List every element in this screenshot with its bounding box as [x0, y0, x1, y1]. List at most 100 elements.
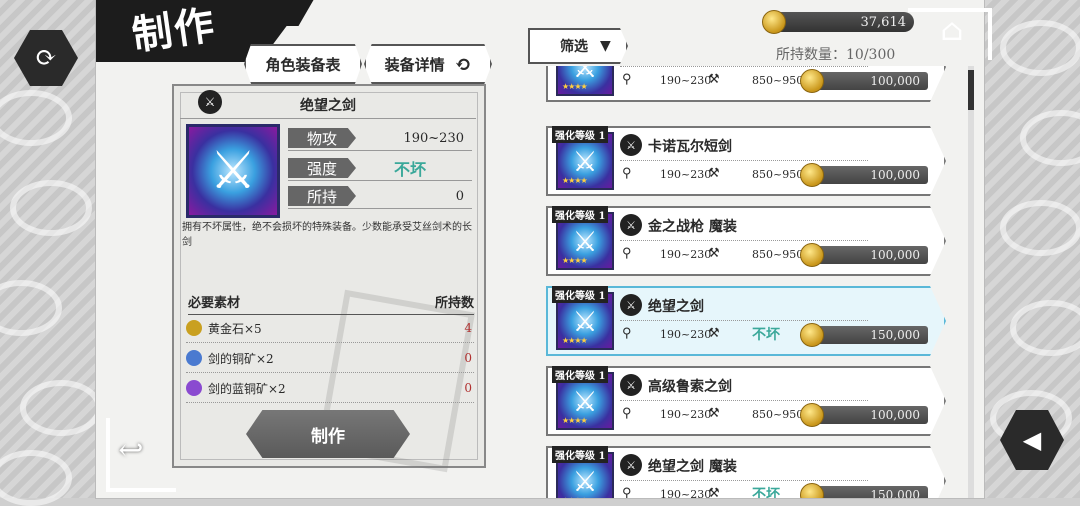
stat-owned: 所持 0 [288, 184, 472, 209]
attack-icon: ⚲ [622, 246, 632, 261]
rank-badge: 强化等级 1 [552, 206, 609, 223]
bg-pattern [1000, 20, 1080, 76]
list-item[interactable]: ⚔ 强化等级 1 ★★★★ ⚔ 金之战枪 魔装 ⚲ 190~230 ⚒ 850~… [546, 206, 946, 276]
tab-label: 装备详情 [384, 55, 445, 74]
item-thumbnail: ⚔ [556, 66, 614, 96]
attack-icon: ⚲ [622, 166, 632, 181]
attack-value: 190~230 [660, 488, 712, 498]
stat-value: 0 [455, 188, 464, 204]
attack-value: 190~230 [660, 408, 712, 421]
attack-value: 190~230 [660, 168, 712, 181]
stat-label: 强度 [288, 158, 356, 178]
copper-ore-icon [186, 350, 202, 366]
bg-pattern [20, 380, 102, 436]
item-image: ⚔ [186, 124, 280, 218]
gold-display: 37,614 [764, 12, 914, 32]
item-name: 绝望之剑 [180, 92, 476, 119]
durability-value: 850~950 [752, 248, 804, 261]
coin-icon [800, 69, 824, 93]
sword-icon: ⚔ [620, 134, 642, 156]
material-count: 0 [464, 381, 472, 395]
stat-label: 物攻 [288, 128, 356, 148]
rarity-stars: ★★★★ [562, 416, 588, 425]
list-item-selected[interactable]: ⚔ 强化等级 1 ★★★★ ⚔ 绝望之剑 ⚲ 190~230 ⚒ 不坏 150,… [546, 286, 946, 356]
rarity-stars: ★★★★ [562, 82, 588, 91]
sword-icon: ⚔ [620, 454, 642, 476]
divider [620, 480, 868, 481]
attack-value: 190~230 [660, 74, 712, 87]
stat-value: 不坏 [393, 160, 426, 179]
item-name: 金之战枪 魔装 [648, 219, 737, 235]
item-name: 绝望之剑 [648, 299, 704, 315]
chevron-down-icon: ▼ [600, 38, 611, 54]
anvil-icon: ⚒ [708, 72, 720, 87]
attack-icon: ⚲ [622, 326, 632, 341]
home-button[interactable]: ⌂ [930, 10, 974, 50]
scrollbar-thumb[interactable] [968, 70, 974, 110]
materials-header-name: 必要素材 [188, 296, 241, 311]
rarity-stars: ★★★★ [562, 256, 588, 265]
home-icon: ⌂ [940, 12, 964, 48]
attack-value: 190~230 [660, 328, 712, 341]
item-name: 高级鲁索之剑 [648, 379, 732, 395]
stat-value: 190~230 [403, 130, 464, 146]
durability-value: 不坏 [752, 487, 780, 498]
back-icon: ↩ [118, 432, 144, 468]
tab-role-equipment[interactable]: 角色装备表 [244, 44, 362, 84]
anvil-icon: ⚒ [708, 326, 720, 341]
list-item[interactable]: ⚔ ★★★★ ⚲ 190~230 ⚒ 850~950 100,000 [546, 66, 946, 102]
attack-icon: ⚲ [622, 72, 632, 87]
coin-icon [800, 323, 824, 347]
coin-icon [800, 163, 824, 187]
divider [620, 320, 868, 321]
divider [620, 240, 868, 241]
anvil-icon: ⚒ [708, 166, 720, 181]
attack-icon: ⚲ [622, 406, 632, 421]
azurite-ore-icon [186, 380, 202, 396]
stat-attack: 物攻 190~230 [288, 126, 472, 151]
rarity-stars: ★★★★ [562, 336, 588, 345]
materials-header: 必要素材 所持数 [188, 292, 474, 315]
speaker-icon: ◀ [1022, 426, 1042, 454]
attack-value: 190~230 [660, 248, 712, 261]
material-name: 剑的蓝铜矿×2 [208, 381, 286, 396]
material-row: 剑的蓝铜矿×2 0 [186, 374, 474, 403]
stat-label: 所持 [288, 186, 356, 206]
scrollbar-track[interactable] [968, 66, 974, 498]
durability-value: 不坏 [752, 327, 780, 343]
attack-icon: ⚲ [622, 486, 632, 498]
sword-icon: ⚔ [620, 294, 642, 316]
rank-badge: 强化等级 1 [552, 366, 609, 383]
swap-icon: ⟲ [454, 52, 472, 76]
equipment-list[interactable]: ⚔ ★★★★ ⚲ 190~230 ⚒ 850~950 100,000 ⚔ 强化等… [538, 66, 976, 498]
material-count: 0 [464, 351, 472, 365]
tab-label: 角色装备表 [265, 55, 341, 74]
list-item[interactable]: ⚔ 强化等级 1 ★★★★ ⚔ 高级鲁索之剑 ⚲ 190~230 ⚒ 850~9… [546, 366, 946, 436]
hold-count: 所持数量：10/300 [776, 47, 896, 63]
sword-icon: ⚔ [620, 374, 642, 396]
material-count: 4 [464, 321, 472, 335]
gold-ore-icon [186, 320, 202, 336]
refresh-icon: ⟳ [35, 43, 57, 73]
durability-value: 850~950 [752, 408, 804, 421]
coin-icon [762, 10, 786, 34]
list-item[interactable]: ⚔ 强化等级 1 ★★★★ ⚔ 卡诺瓦尔短剑 ⚲ 190~230 ⚒ 850~9… [546, 126, 946, 196]
make-button[interactable]: 制作 [246, 410, 410, 458]
material-row: 剑的铜矿×2 0 [186, 344, 474, 373]
anvil-icon: ⚒ [708, 406, 720, 421]
divider [620, 66, 868, 67]
item-name: 绝望之剑 魔装 [648, 459, 737, 475]
durability-value: 850~950 [752, 168, 804, 181]
spear-icon: ⚔ [620, 214, 642, 236]
list-item[interactable]: ⚔ 强化等级 1 ★★★★ ⚔ 绝望之剑 魔装 ⚲ 190~230 ⚒ 不坏 1… [546, 446, 946, 498]
material-name: 黄金石×5 [208, 321, 262, 336]
material-row: 黄金石×5 4 [186, 314, 474, 343]
item-description: 拥有不坏属性，绝不会损坏的特殊装备。少数能承受艾丝剑术的长剑 [182, 222, 472, 248]
anvil-icon: ⚒ [708, 486, 720, 498]
stat-durability: 强度 不坏 [288, 156, 472, 181]
rank-badge: 强化等级 1 [552, 126, 609, 143]
tab-equipment-detail[interactable]: 装备详情 ⟲ [364, 44, 492, 84]
back-button[interactable]: ↩ [106, 420, 156, 480]
filter-dropdown[interactable]: 筛选 ▼ [528, 28, 628, 64]
filter-label: 筛选 [560, 39, 588, 55]
